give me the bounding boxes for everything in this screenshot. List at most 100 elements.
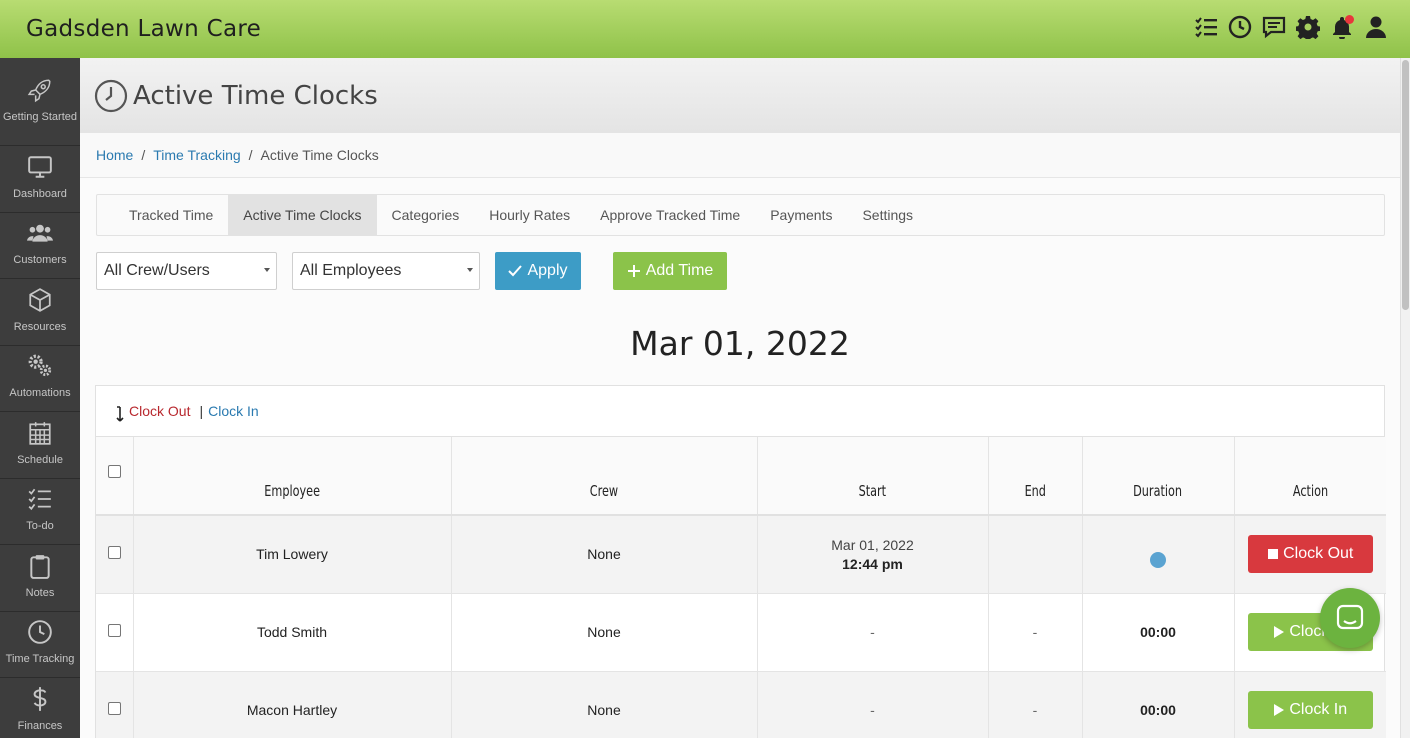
duration-cell: 00:00	[1082, 593, 1235, 672]
sidebar-item-automations[interactable]: Automations	[0, 346, 80, 412]
sidebar-item-label: Getting Started	[3, 110, 77, 123]
tab-payments[interactable]: Payments	[755, 195, 847, 235]
end-cell: -	[988, 593, 1083, 672]
sidebar-item-label: Resources	[13, 320, 67, 333]
table-row: Tim Lowery None Mar 01, 2022 12:44 pm Cl…	[96, 515, 1386, 594]
apply-button[interactable]: Apply	[495, 252, 581, 290]
gear-icon[interactable]	[1296, 14, 1320, 40]
calendar-icon	[29, 421, 51, 445]
start-date: Mar 01, 2022	[831, 536, 914, 553]
clock-out-button-label: Clock Out	[1283, 545, 1354, 563]
table-row: Todd Smith None - - 00:00 Clock In	[96, 593, 1386, 672]
gears-icon	[28, 354, 52, 377]
arrow-down-left-icon	[116, 406, 124, 422]
sidebar-item-label: Schedule	[17, 453, 63, 466]
clock-in-button[interactable]: Clock In	[1247, 691, 1373, 729]
legend-clock-out[interactable]: Clock Out	[129, 403, 190, 419]
legend-separator: |	[199, 403, 204, 419]
end-cell: -	[988, 671, 1083, 738]
box-icon	[29, 287, 51, 312]
main-content: Tracked Time Active Time Clocks Categori…	[80, 178, 1400, 738]
crew-cell: None	[451, 515, 758, 594]
sidebar-item-label: To-do	[26, 520, 54, 533]
column-header-employee[interactable]: Employee	[133, 437, 452, 516]
page-header: Active Time Clocks	[80, 58, 1400, 133]
breadcrumb-home-link[interactable]: Home	[96, 147, 133, 163]
add-time-button[interactable]: Add Time	[613, 252, 727, 290]
page-title: Active Time Clocks	[133, 80, 378, 111]
tab-tracked-time[interactable]: Tracked Time	[114, 195, 228, 235]
legend-clock-in[interactable]: Clock In	[208, 403, 259, 419]
column-header-start[interactable]: Start	[757, 437, 989, 516]
table-header-row: Employee Crew Start End Duration Action	[96, 437, 1386, 516]
chat-icon[interactable]	[1262, 14, 1286, 40]
sidebar-item-notes[interactable]: Notes	[0, 545, 80, 612]
clock-in-button-label: Clock In	[1289, 701, 1348, 718]
column-header-end[interactable]: End	[988, 437, 1083, 516]
sidebar-item-customers[interactable]: Customers	[0, 213, 80, 279]
row-checkbox[interactable]	[107, 702, 121, 715]
date-title: Mar 01, 2022	[630, 324, 850, 363]
tab-approve-tracked-time[interactable]: Approve Tracked Time	[585, 195, 755, 235]
action-cell: Clock In	[1234, 671, 1386, 738]
notification-dot	[1345, 15, 1354, 24]
sidebar-item-schedule[interactable]: Schedule	[0, 412, 80, 479]
brand-name[interactable]: Gadsden Lawn Care	[26, 16, 261, 42]
row-checkbox[interactable]	[107, 624, 121, 637]
duration-cell: 00:00	[1082, 671, 1235, 738]
start-time: 12:44 pm	[842, 555, 903, 572]
add-time-button-label: Add Time	[645, 262, 714, 279]
monitor-icon	[28, 156, 52, 178]
breadcrumb-time-tracking-link[interactable]: Time Tracking	[153, 147, 240, 163]
play-icon	[1274, 626, 1285, 638]
sidebar-item-label: Automations	[9, 387, 71, 400]
breadcrumb: Home / Time Tracking / Active Time Clock…	[80, 133, 1400, 178]
user-icon[interactable]	[1364, 14, 1388, 40]
row-checkbox-cell	[96, 515, 134, 594]
crew-select[interactable]: All Crew/Users	[96, 252, 277, 290]
legend: Clock Out | Clock In	[96, 386, 1384, 437]
chat-widget-button[interactable]	[1320, 588, 1380, 648]
start-cell: -	[757, 671, 989, 738]
stop-icon	[1268, 549, 1279, 560]
chat-icon	[1336, 604, 1364, 630]
column-header-duration[interactable]: Duration	[1082, 437, 1235, 516]
task-list-icon[interactable]	[1194, 14, 1218, 40]
duration-cell	[1082, 515, 1235, 594]
column-header-crew[interactable]: Crew	[451, 437, 758, 516]
bell-icon[interactable]	[1330, 14, 1354, 40]
users-icon	[27, 225, 53, 242]
sidebar-item-label: Finances	[17, 719, 63, 732]
sidebar-item-finances[interactable]: Finances	[0, 678, 80, 738]
plus-icon	[627, 265, 640, 277]
play-icon	[1274, 704, 1285, 716]
sidebar-item-dashboard[interactable]: Dashboard	[0, 146, 80, 213]
tab-settings[interactable]: Settings	[847, 195, 928, 235]
sidebar-item-todo[interactable]: To-do	[0, 479, 80, 545]
scrollbar-thumb[interactable]	[1402, 60, 1409, 310]
row-checkbox[interactable]	[107, 546, 121, 560]
tab-hourly-rates[interactable]: Hourly Rates	[474, 195, 585, 235]
clock-out-button[interactable]: Clock Out	[1247, 535, 1373, 574]
start-cell: Mar 01, 2022 12:44 pm	[757, 515, 989, 594]
employee-select[interactable]: All Employees	[292, 252, 480, 290]
sidebar-item-resources[interactable]: Resources	[0, 279, 80, 346]
sidebar-item-getting-started[interactable]: Getting Started	[0, 58, 80, 146]
top-bar: Gadsden Lawn Care	[0, 0, 1410, 58]
sidebar-item-label: Customers	[13, 254, 67, 267]
clock-icon	[28, 620, 52, 645]
crew-cell: None	[451, 671, 758, 738]
row-checkbox-cell	[96, 593, 134, 672]
select-all-checkbox[interactable]	[107, 465, 121, 478]
table-row: Macon Hartley None - - 00:00 Clock In	[96, 671, 1386, 738]
clock-icon[interactable]	[1228, 14, 1252, 40]
dollar-icon	[33, 686, 47, 711]
apply-button-label: Apply	[527, 262, 568, 279]
page-scrollbar[interactable]	[1400, 58, 1410, 738]
action-cell: Clock Out	[1234, 515, 1386, 594]
tab-active-time-clocks[interactable]: Active Time Clocks	[228, 195, 377, 235]
sidebar-item-time-tracking[interactable]: Time Tracking	[0, 612, 80, 678]
checklist-icon	[28, 488, 51, 511]
tab-categories[interactable]: Categories	[377, 195, 475, 235]
row-checkbox-cell	[96, 671, 134, 738]
